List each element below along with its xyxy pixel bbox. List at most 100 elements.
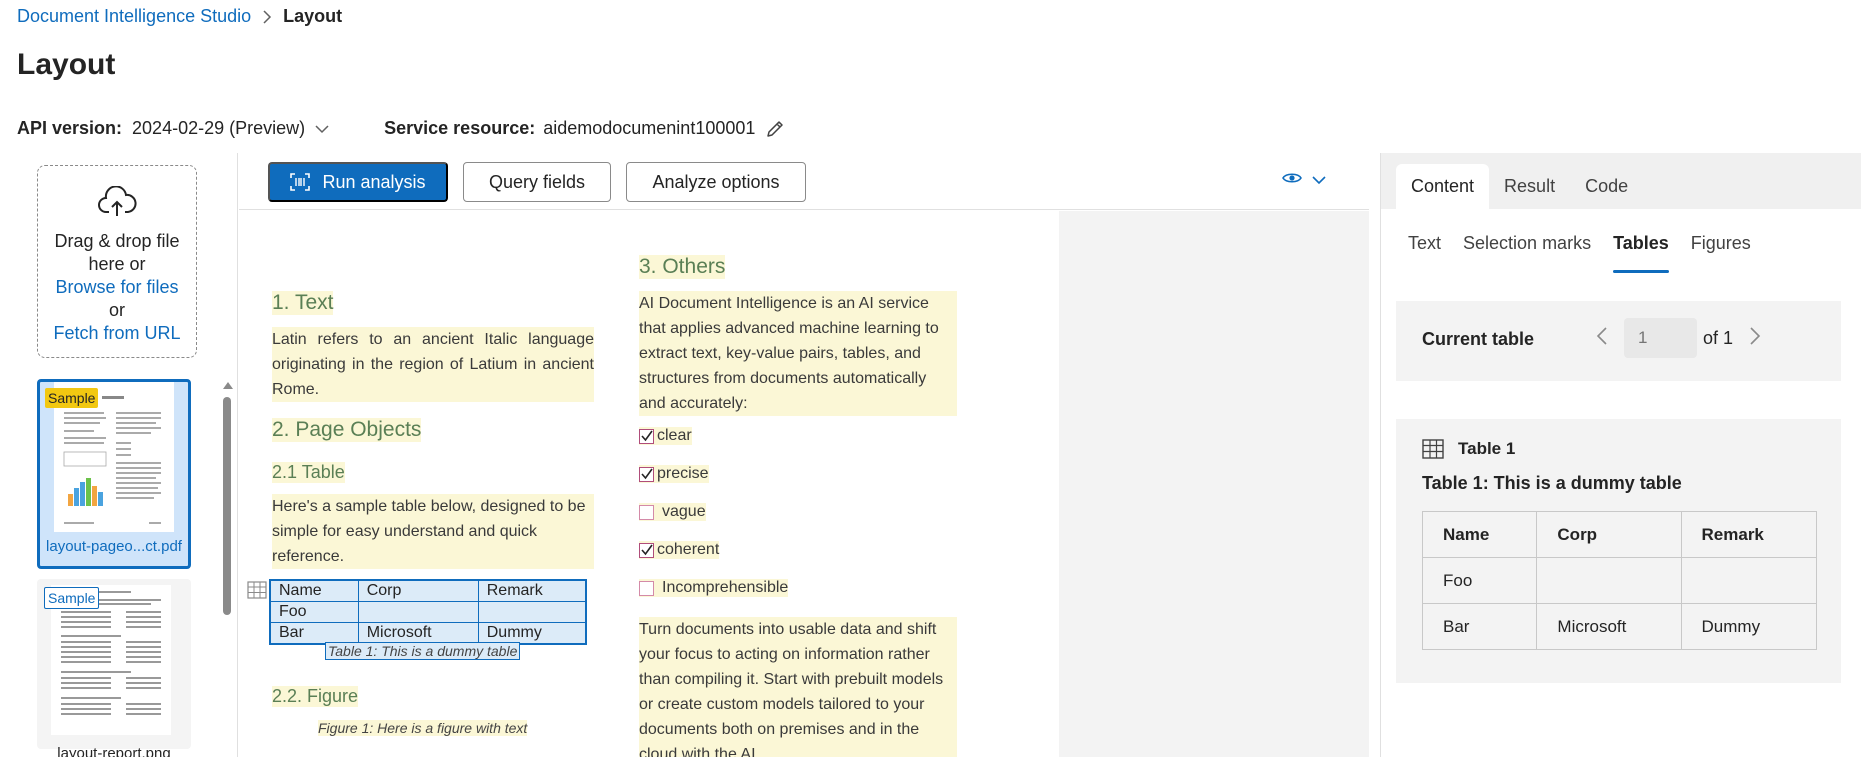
extracted-table: Name Corp Remark Foo Bar Microsoft Dummy	[1421, 511, 1818, 650]
arrow-up-icon[interactable]	[222, 377, 234, 395]
service-resource-value: aidemodocumenint100001	[543, 118, 756, 138]
table-row: Bar Microsoft Dummy	[1421, 603, 1818, 650]
table-cell: Microsoft	[357, 622, 479, 645]
dropzone-text-line1: Drag & drop file	[54, 231, 180, 251]
document-table-highlight[interactable]: Name Corp Remark Foo Bar Microsoft Dummy	[269, 579, 587, 645]
dropzone-or-text: or	[108, 300, 125, 320]
selection-mark-item: coherent	[639, 541, 720, 559]
checked-box-icon	[639, 428, 654, 444]
table-card-caption: Table 1: This is a dummy table	[1422, 473, 1682, 493]
chevron-right-icon[interactable]	[1749, 326, 1761, 351]
paragraph-turn-documents: Turn documents into usable data and shif…	[639, 617, 957, 757]
table-cell: Bar	[269, 622, 359, 645]
table-header-row: Name Corp Remark	[1421, 511, 1818, 558]
heading-text: 1. Text	[272, 291, 334, 315]
results-tab-bar: Content Result Code	[1381, 153, 1861, 209]
selection-mark-label: coherent	[657, 541, 720, 558]
tab-content[interactable]: Content	[1396, 164, 1490, 209]
api-version-dropdown[interactable]: 2024-02-29 (Preview)	[132, 118, 305, 139]
heading-page-objects: 2. Page Objects	[272, 418, 422, 442]
table-pager: of 1	[1596, 318, 1761, 358]
file-thumbnail-selected[interactable]: Sample layout-pageo...ct.pdf	[37, 379, 191, 569]
selection-mark-label: clear	[657, 427, 692, 444]
file-dropzone[interactable]: Drag & drop file here or Browse for file…	[37, 165, 197, 358]
results-pane: Content Result Code Text Selection marks…	[1380, 153, 1873, 757]
subtab-text[interactable]: Text	[1397, 233, 1452, 273]
table-caption-highlight[interactable]: Table 1: This is a dummy table	[325, 642, 521, 660]
breadcrumb-root-link[interactable]: Document Intelligence Studio	[17, 6, 251, 27]
column-header: Name	[1421, 511, 1538, 558]
heading-table: 2.1 Table	[272, 462, 345, 483]
table-card-header: Table 1	[1422, 439, 1515, 459]
table-cell: Bar	[1421, 603, 1538, 650]
heading-others: 3. Others	[639, 255, 726, 279]
view-options-dropdown[interactable]	[1282, 171, 1326, 190]
pencil-icon[interactable]	[765, 119, 785, 139]
paragraph-others: AI Document Intelligence is an AI servic…	[639, 291, 957, 416]
table-page-input[interactable]	[1624, 318, 1697, 358]
chevron-down-icon	[1312, 172, 1326, 190]
subtab-selection-marks[interactable]: Selection marks	[1452, 233, 1602, 273]
unchecked-box-icon	[639, 504, 654, 520]
table-cell: Remark	[477, 579, 587, 602]
table-cell	[1536, 557, 1682, 604]
table-cell: Name	[269, 579, 359, 602]
table-cell: Microsoft	[1536, 603, 1682, 650]
table-row: Name Corp Remark	[269, 579, 587, 602]
api-settings-row: API version: 2024-02-29 (Preview) Servic…	[17, 118, 785, 139]
table-row: Foo	[269, 601, 587, 623]
sample-badge: Sample	[45, 388, 99, 408]
fetch-from-url-link[interactable]: Fetch from URL	[38, 322, 196, 345]
selection-mark-item: clear	[639, 427, 692, 445]
table-row: Foo	[1421, 557, 1818, 604]
analyze-options-button[interactable]: Analyze options	[626, 162, 806, 202]
subtab-tables[interactable]: Tables	[1602, 233, 1680, 273]
table-cell	[1680, 557, 1818, 604]
run-analysis-label: Run analysis	[322, 171, 426, 192]
page-of-text: of 1	[1703, 327, 1734, 348]
table-cell	[357, 601, 479, 623]
document-page: 1. Text Latin refers to an ancient Itali…	[239, 211, 1059, 757]
analysis-toolbar: Run analysis Query fields Analyze option…	[239, 153, 1369, 210]
checked-box-icon	[639, 542, 654, 558]
unchecked-box-icon	[639, 580, 654, 596]
file-list-scrollbar[interactable]	[222, 377, 234, 757]
paragraph-text: Latin refers to an ancient Italic langua…	[272, 327, 594, 402]
chevron-right-icon	[262, 9, 272, 24]
table-cell: Foo	[1421, 557, 1538, 604]
file-name: layout-pageo...ct.pdf	[46, 538, 182, 555]
scrollbar-thumb[interactable]	[223, 397, 231, 615]
selection-mark-label: Incomprehensible	[662, 579, 789, 596]
table-cell: Dummy	[477, 622, 587, 645]
query-fields-button[interactable]: Query fields	[463, 162, 611, 202]
chevron-down-icon[interactable]	[315, 124, 329, 134]
table-cell: Foo	[269, 601, 359, 623]
file-name: layout-report.png	[57, 745, 171, 757]
column-header: Remark	[1680, 511, 1818, 558]
document-viewer[interactable]: 1. Text Latin refers to an ancient Itali…	[239, 211, 1369, 757]
run-analysis-button[interactable]: Run analysis	[268, 162, 448, 202]
dropzone-text-line2: here or	[88, 254, 146, 274]
selection-mark-item: precise	[639, 465, 709, 483]
paragraph-table: Here's a sample table below, designed to…	[272, 494, 594, 569]
file-thumbnail[interactable]: Sample layout-report.png	[37, 579, 191, 757]
table-cell: Corp	[357, 579, 479, 602]
figure-caption: Figure 1: Here is a figure with text	[318, 720, 528, 736]
tab-code[interactable]: Code	[1570, 164, 1643, 209]
current-table-navigator: Current table of 1	[1396, 301, 1841, 381]
scan-icon	[290, 173, 311, 191]
table-icon	[247, 581, 267, 604]
browse-files-link[interactable]: Browse for files	[38, 276, 196, 299]
chevron-left-icon[interactable]	[1596, 326, 1608, 351]
table-row: Bar Microsoft Dummy	[269, 622, 587, 645]
column-header: Corp	[1536, 511, 1682, 558]
table-cell	[477, 601, 587, 623]
subtab-figures[interactable]: Figures	[1680, 233, 1762, 273]
table-card-title: Table 1	[1458, 439, 1516, 458]
service-resource-label: Service resource:	[384, 118, 536, 138]
tab-result[interactable]: Result	[1489, 164, 1570, 209]
selection-mark-label: vague	[662, 503, 706, 520]
heading-figure: 2.2. Figure	[272, 686, 359, 707]
current-table-label: Current table	[1422, 329, 1535, 349]
content-sub-tab-bar: Text Selection marks Tables Figures	[1397, 233, 1762, 273]
